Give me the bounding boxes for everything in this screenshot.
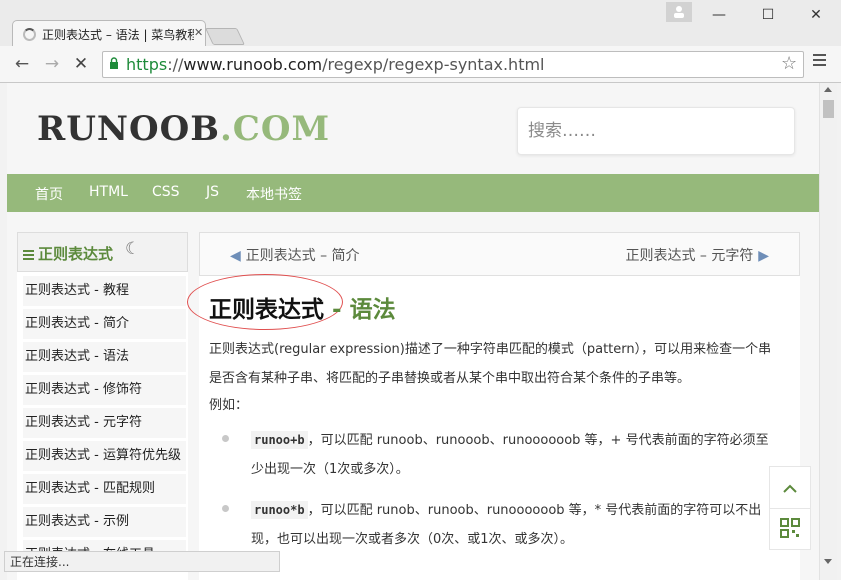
sidebar-item-matching-rules[interactable]: 正则表达式 - 匹配规则 [23,474,186,504]
minimize-button[interactable]: — [702,4,736,26]
address-bar[interactable]: https://www.runoob.com/regexp/regexp-syn… [102,51,804,78]
arrow-right-icon: ▶ [753,248,769,264]
list-item: runoo+b ，可以匹配 runoob、runooob、runoooooob 等… [251,431,769,477]
sidebar-item-examples[interactable]: 正则表达式 - 示例 [23,507,186,537]
nav-bookmarks[interactable]: 本地书签 [246,184,302,204]
prev-next-bar: ◀ 正则表达式 – 简介 正则表达式 – 元字符 ▶ [199,232,800,276]
nav-home[interactable]: 首页 [35,184,63,204]
qr-code-button[interactable] [769,508,811,550]
browser-toolbar: ← → ✕ https://www.runoob.com/regexp/rege… [0,46,841,83]
page-scrollbar[interactable] [819,83,837,580]
site-search-box [517,107,795,155]
qr-code-icon [780,518,800,538]
page-viewport: RUNOOB.COM 首页 HTML CSS JS 本地书签 正则表达式 ☾ 正… [7,83,819,580]
nav-html[interactable]: HTML [89,184,128,200]
sidebar-item-precedence[interactable]: 正则表达式 - 运算符优先级 [23,441,186,471]
browser-menu-icon[interactable] [813,54,826,69]
nav-js[interactable]: JS [206,184,219,200]
article: ◀ 正则表达式 – 简介 正则表达式 – 元字符 ▶ 正则表达式 - 语法 正则… [187,232,800,580]
back-button[interactable]: ← [11,53,33,75]
sidebar-item-modifiers[interactable]: 正则表达式 - 修饰符 [23,375,186,405]
arrow-left-icon: ◀ [230,248,246,264]
intro-paragraph: 正则表达式(regular expression)描述了一种字符串匹配的模式（p… [209,342,772,386]
lock-icon [110,57,118,69]
moon-icon[interactable]: ☾ [125,239,140,259]
bullet-icon [222,505,229,512]
site-logo[interactable]: RUNOOB.COM [37,109,330,149]
browser-tab[interactable]: 正则表达式 – 语法 | 菜鸟教程 ✕ [12,20,206,47]
list-icon [23,248,34,262]
title-bar: 正则表达式 – 语法 | 菜鸟教程 ✕ — ☐ ✕ [0,0,841,47]
site-search-input[interactable] [526,116,780,146]
sidebar-item-metacharacters[interactable]: 正则表达式 - 元字符 [23,408,186,438]
chevron-up-icon [783,484,797,493]
sidebar-item-intro[interactable]: 正则表达式 - 简介 [23,309,186,339]
loading-spinner-icon [23,28,36,41]
nav-css[interactable]: CSS [152,184,180,200]
main-nav: 首页 HTML CSS JS 本地书签 [7,174,819,212]
sidebar-item-tutorial[interactable]: 正则表达式 - 教程 [23,276,186,306]
scroll-down-icon[interactable] [824,559,832,564]
tab-title: 正则表达式 – 语法 | 菜鸟教程 [42,28,194,42]
example-label: 例如： [209,398,249,413]
new-tab-button[interactable] [205,28,245,45]
bookmark-star-icon[interactable]: ☆ [781,53,797,74]
back-to-top-button[interactable] [769,466,811,510]
list-item: runoo*b ，可以匹配 runob、runoob、runoooooob 等，*… [251,501,762,547]
status-bar: 正在连接... [4,551,280,572]
stop-loading-button[interactable]: ✕ [70,53,92,75]
next-link[interactable]: 正则表达式 – 元字符 ▶ [625,245,769,265]
url-text: https://www.runoob.com/regexp/regexp-syn… [126,55,545,74]
profile-button[interactable] [666,2,692,22]
user-icon [674,6,684,18]
browser-window: 正则表达式 – 语法 | 菜鸟教程 ✕ — ☐ ✕ ← → ✕ https://… [0,0,841,580]
tab-close-icon[interactable]: ✕ [194,26,203,39]
forward-button[interactable]: → [41,53,63,75]
page-title: 正则表达式 - 语法 [209,297,396,323]
sidebar: 正则表达式 ☾ 正则表达式 - 教程 正则表达式 - 简介 正则表达式 - 语法… [17,232,188,580]
maximize-button[interactable]: ☐ [751,4,785,26]
sidebar-item-syntax[interactable]: 正则表达式 - 语法 [23,342,186,372]
prev-link[interactable]: ◀ 正则表达式 – 简介 [230,245,360,265]
scroll-up-icon[interactable] [824,87,832,92]
sidebar-header: 正则表达式 ☾ [17,232,188,272]
bullet-icon [222,435,229,442]
scroll-thumb[interactable] [823,100,834,118]
sidebar-title: 正则表达式 [23,243,113,264]
close-window-button[interactable]: ✕ [799,4,833,26]
